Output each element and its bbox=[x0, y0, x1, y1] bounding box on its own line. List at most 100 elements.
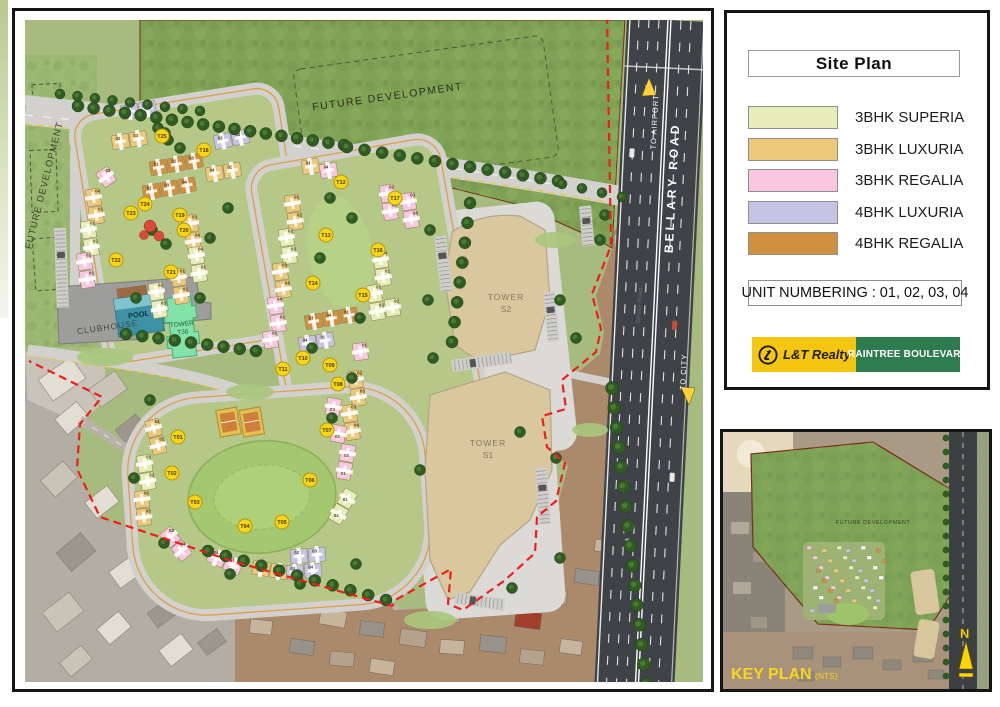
svg-text:01: 01 bbox=[146, 455, 151, 460]
legend-label: 3BHK REGALIA bbox=[855, 172, 963, 189]
svg-text:03: 03 bbox=[169, 528, 174, 533]
svg-text:01: 01 bbox=[180, 269, 185, 274]
svg-text:03: 03 bbox=[291, 246, 296, 251]
svg-text:04: 04 bbox=[195, 232, 200, 237]
svg-text:04: 04 bbox=[182, 179, 187, 184]
svg-text:T18: T18 bbox=[199, 148, 208, 154]
svg-text:01: 01 bbox=[294, 195, 299, 200]
tower-s2-label-1: TOWER bbox=[488, 292, 524, 302]
key-plan-nts-label: (NTS) bbox=[815, 671, 838, 681]
svg-text:T21: T21 bbox=[166, 270, 175, 276]
key-plan-artwork: FUTURE DEVELOPMENT KEY PLAN (NTS) N bbox=[723, 432, 989, 689]
svg-text:02: 02 bbox=[389, 185, 394, 190]
svg-text:01: 01 bbox=[272, 331, 277, 336]
svg-text:02: 02 bbox=[379, 302, 384, 307]
svg-text:T11: T11 bbox=[278, 367, 287, 373]
svg-text:T02: T02 bbox=[167, 471, 176, 477]
tower-marker-t10: T10 bbox=[296, 351, 310, 365]
svg-text:T09: T09 bbox=[325, 363, 334, 369]
tower-marker-t06: T06 bbox=[303, 473, 317, 487]
tower-marker-t09: T09 bbox=[323, 358, 337, 372]
key-bellary-road bbox=[949, 432, 977, 689]
svg-text:01: 01 bbox=[154, 162, 159, 167]
svg-text:03: 03 bbox=[330, 407, 335, 412]
tower-marker-t23: T23 bbox=[124, 206, 138, 220]
svg-text:T14: T14 bbox=[308, 281, 318, 287]
tower-s2-building bbox=[445, 215, 550, 362]
svg-text:03: 03 bbox=[360, 388, 365, 393]
svg-text:04: 04 bbox=[155, 419, 160, 424]
svg-text:T22: T22 bbox=[111, 258, 120, 264]
legend-swatch bbox=[748, 138, 838, 161]
svg-text:04: 04 bbox=[334, 513, 339, 518]
tower-marker-t11: T11 bbox=[276, 362, 290, 376]
legend-label: 3BHK LUXURIA bbox=[855, 141, 963, 158]
legend-row: 3BHK REGALIA bbox=[748, 165, 976, 197]
svg-text:T25: T25 bbox=[157, 134, 166, 140]
svg-text:T23: T23 bbox=[126, 211, 135, 217]
svg-text:01: 01 bbox=[362, 343, 367, 348]
key-plan-panel: FUTURE DEVELOPMENT KEY PLAN (NTS) N bbox=[720, 429, 992, 692]
svg-text:02: 02 bbox=[344, 453, 349, 458]
svg-text:01: 01 bbox=[344, 309, 349, 314]
tower-marker-t03: T03 bbox=[188, 495, 202, 509]
svg-text:T06: T06 bbox=[305, 478, 314, 484]
svg-text:03: 03 bbox=[89, 270, 94, 275]
svg-text:T24: T24 bbox=[140, 202, 150, 208]
tower-t36-label-2: T36 bbox=[177, 328, 189, 336]
tower-marker-t14: T14 bbox=[306, 276, 320, 290]
svg-text:03: 03 bbox=[164, 183, 169, 188]
left-edge-imagery-sliver bbox=[0, 0, 8, 318]
tower-s2-label-2: S2 bbox=[501, 304, 512, 314]
svg-text:03: 03 bbox=[309, 316, 314, 321]
svg-text:04: 04 bbox=[326, 313, 331, 318]
tower-marker-t02: T02 bbox=[165, 466, 179, 480]
tower-marker-t07: T07 bbox=[320, 423, 334, 437]
brand-banner: L&T Realty RAINTREE BOULEVARD bbox=[752, 337, 960, 372]
tower-marker-t20: T20 bbox=[177, 223, 191, 237]
legend-swatch bbox=[748, 106, 838, 129]
svg-text:T07: T07 bbox=[322, 428, 331, 434]
svg-text:03: 03 bbox=[306, 161, 311, 166]
svg-text:T20: T20 bbox=[179, 228, 188, 234]
svg-text:01: 01 bbox=[98, 206, 103, 211]
legend-row: 4BHK REGALIA bbox=[748, 228, 976, 260]
svg-text:T17: T17 bbox=[390, 196, 399, 202]
svg-text:02: 02 bbox=[147, 186, 152, 191]
svg-text:T19: T19 bbox=[175, 213, 184, 219]
tower-marker-t13: T13 bbox=[319, 228, 333, 242]
tower-marker-t08: T08 bbox=[331, 377, 345, 391]
legend-label: 4BHK REGALIA bbox=[855, 235, 963, 252]
tower-marker-t25: T25 bbox=[155, 129, 169, 143]
svg-text:02: 02 bbox=[93, 238, 98, 243]
svg-text:03: 03 bbox=[161, 300, 166, 305]
svg-text:02: 02 bbox=[158, 283, 163, 288]
svg-text:01: 01 bbox=[341, 471, 346, 476]
north-label: N bbox=[960, 626, 969, 641]
svg-text:04: 04 bbox=[303, 338, 308, 343]
svg-text:01: 01 bbox=[385, 268, 390, 273]
tower-marker-t12: T12 bbox=[334, 175, 348, 189]
site-plan-title: Site Plan bbox=[748, 50, 960, 77]
svg-text:03: 03 bbox=[106, 168, 111, 173]
tower-marker-t01: T01 bbox=[171, 430, 185, 444]
tower-marker-t22: T22 bbox=[109, 253, 123, 267]
svg-text:03: 03 bbox=[146, 508, 151, 513]
legend-list: 3BHK SUPERIA3BHK LUXURIA3BHK REGALIA4BHK… bbox=[748, 102, 976, 260]
svg-text:02: 02 bbox=[86, 253, 91, 258]
svg-text:01: 01 bbox=[280, 314, 285, 319]
key-future-development-label: FUTURE DEVELOPMENT bbox=[836, 520, 911, 526]
lt-realty-name: L&T Realty bbox=[783, 347, 851, 362]
legend-label: 4BHK LUXURIA bbox=[855, 204, 963, 221]
site-plan-page: 01 02 02 03 03 04 04 01 01 02 03 02 03 04 03 04 01 01 02 02… bbox=[0, 0, 1000, 707]
svg-text:02: 02 bbox=[297, 212, 302, 217]
svg-text:02: 02 bbox=[294, 550, 299, 555]
svg-text:01: 01 bbox=[159, 436, 164, 441]
svg-text:02: 02 bbox=[183, 286, 188, 291]
project-name-banner: RAINTREE BOULEVARD bbox=[856, 337, 960, 372]
svg-text:04: 04 bbox=[308, 565, 313, 570]
svg-text:04: 04 bbox=[95, 189, 100, 194]
svg-text:T13: T13 bbox=[321, 233, 330, 239]
tower-marker-t19: T19 bbox=[173, 208, 187, 222]
svg-text:T12: T12 bbox=[336, 180, 345, 186]
